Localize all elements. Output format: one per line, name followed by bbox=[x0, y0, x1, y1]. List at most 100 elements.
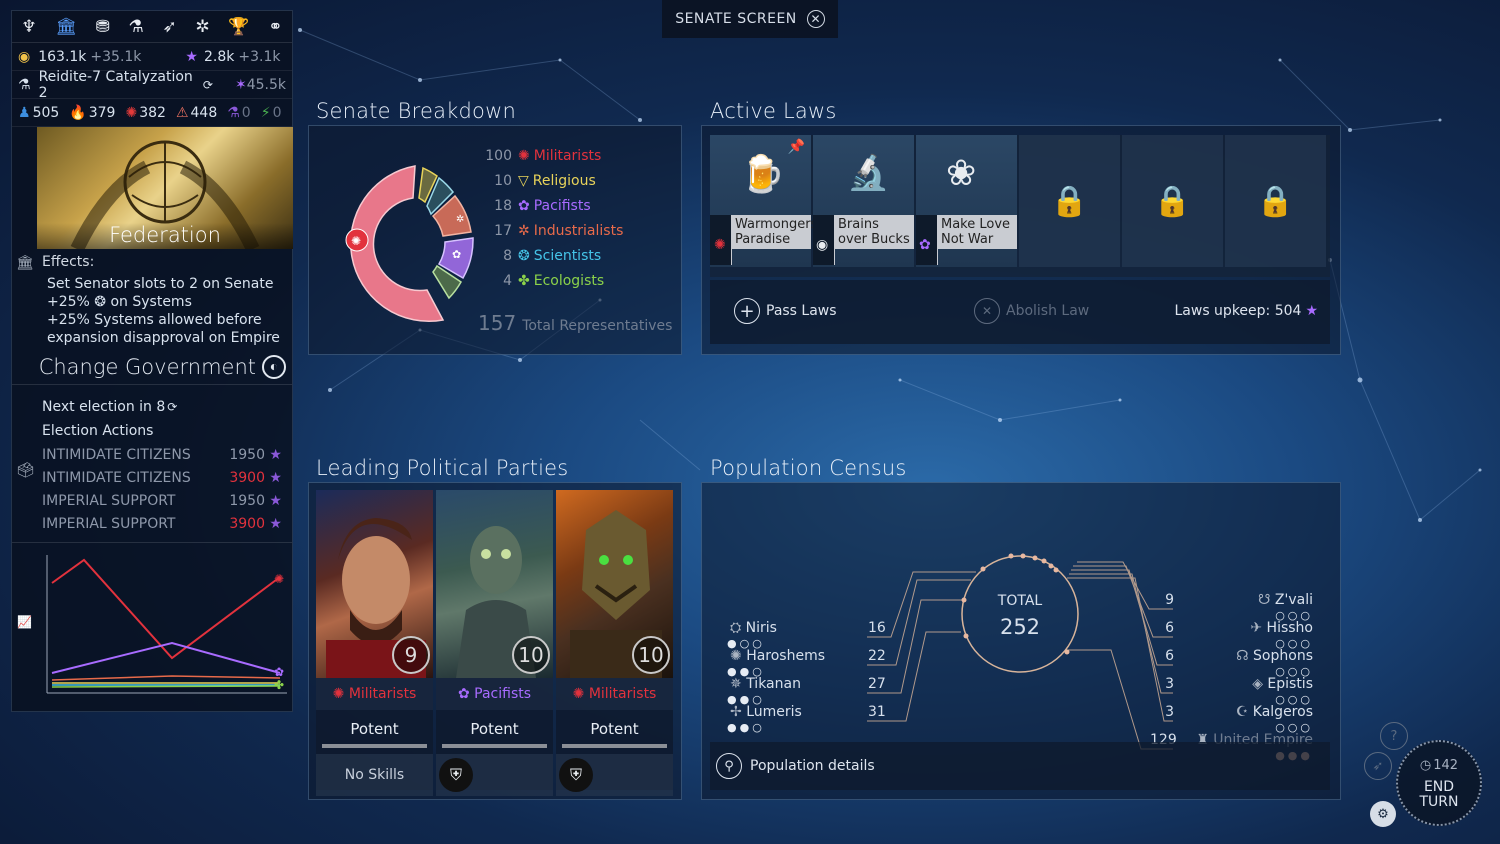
cost-value: 1950 bbox=[229, 492, 265, 509]
law-make-love-not-war[interactable]: ❀ ✿ Make Love Not War bbox=[916, 135, 1017, 267]
influence-icon: ★ bbox=[264, 515, 282, 532]
population-count: 27 bbox=[868, 676, 886, 692]
svg-text:✿: ✿ bbox=[452, 248, 461, 261]
population-count: 6 bbox=[1165, 620, 1174, 636]
population-name[interactable]: ◈ Epistis bbox=[1252, 676, 1313, 692]
species-name: Niris bbox=[745, 620, 777, 636]
party-card-militarists-2[interactable]: 10 ✺ Militarists Potent ⛨ bbox=[556, 490, 673, 796]
change-government-button[interactable]: Change Government ◐ bbox=[12, 349, 292, 385]
species-name: Hissho bbox=[1266, 620, 1313, 636]
abolish-law-button[interactable]: ✕ Abolish Law bbox=[974, 298, 1089, 324]
faction-row[interactable]: 100 ✺ Militarists bbox=[470, 143, 670, 168]
diplomacy-icon[interactable]: ⚭ bbox=[268, 17, 282, 37]
lock-icon: 🔒 bbox=[1256, 183, 1295, 219]
party-name: ✺ Militarists bbox=[316, 678, 433, 710]
government-banner[interactable]: Federation bbox=[37, 127, 293, 249]
warmongers-icon: 🍺 bbox=[740, 154, 785, 195]
end-turn-button[interactable]: ◷ 142 END TURN bbox=[1396, 740, 1482, 826]
population-count: 31 bbox=[868, 704, 886, 720]
faction-count: 17 bbox=[494, 222, 512, 239]
cost-value: 1950 bbox=[229, 446, 265, 463]
senate-breakdown-title: Senate Breakdown bbox=[316, 99, 516, 123]
law-label: Brains over Bucks bbox=[835, 215, 914, 249]
skill-shield-icon[interactable]: ⛨ bbox=[559, 758, 593, 792]
opinion-3-icon: ⚠ bbox=[175, 104, 189, 121]
empire-sidebar: ♆ 🏛 ⛃ ⚗ ➶ ✲ 🏆 ⚭ ◉ 163.1k +35.1k ★ 2.8k +… bbox=[11, 10, 293, 712]
population-name[interactable]: ☊ Sophons bbox=[1236, 648, 1313, 664]
faction-row[interactable]: 4 ✤ Ecologists bbox=[470, 268, 670, 293]
law-label: Warmongers Paradise bbox=[732, 215, 817, 249]
skill-shield-icon[interactable]: ⛨ bbox=[439, 758, 473, 792]
species-name: Z'vali bbox=[1274, 592, 1313, 608]
swap-government-icon: ◐ bbox=[262, 354, 286, 379]
close-icon[interactable]: ✕ bbox=[806, 10, 825, 28]
senate-total-value: 157 bbox=[478, 311, 517, 335]
influence-value: 2.8k bbox=[203, 48, 235, 65]
election-action-name: IMPERIAL SUPPORT bbox=[42, 492, 176, 509]
faction-row[interactable]: 10 ▽ Religious bbox=[470, 168, 670, 193]
events-icon[interactable]: ⚙ bbox=[1370, 801, 1396, 827]
population-name[interactable]: ✺ Haroshems bbox=[730, 648, 825, 664]
party-card-militarists[interactable]: 9 ✺ Militarists Potent No Skills bbox=[316, 490, 433, 796]
election-action[interactable]: INTIMIDATE CITIZENS 3900 ★ bbox=[12, 466, 292, 489]
science-icon[interactable]: ⚗ bbox=[129, 17, 144, 37]
senate-total-label: Total Representatives bbox=[522, 318, 673, 334]
pass-laws-button[interactable]: + Pass Laws bbox=[734, 298, 837, 324]
party-portrait-reptilian: 10 bbox=[556, 490, 673, 678]
party-level: 9 bbox=[404, 643, 418, 667]
government-name: Federation bbox=[37, 223, 293, 249]
population-name[interactable]: ✈ Hissho bbox=[1250, 620, 1313, 636]
species-icon: ☊ bbox=[1236, 648, 1254, 664]
election-action[interactable]: INTIMIDATE CITIZENS 1950 ★ bbox=[12, 443, 292, 466]
senate-icon[interactable]: 🏛 bbox=[55, 17, 77, 37]
election-actions-list: INTIMIDATE CITIZENS 1950 ★ INTIMIDATE CITI… bbox=[12, 443, 292, 535]
population-name[interactable]: ☪ Kalgeros bbox=[1236, 704, 1313, 720]
species-name: Sophons bbox=[1253, 648, 1313, 664]
population-count: 6 bbox=[1165, 648, 1174, 664]
party-skills: ⛨ bbox=[556, 754, 673, 796]
population-count: 22 bbox=[868, 648, 886, 664]
research-row[interactable]: ⚗ Reidite-7 Catalyzation 2 ⟳ ✶ 45.5k bbox=[12, 69, 292, 101]
economy-icon[interactable]: ⛃ bbox=[96, 17, 110, 37]
notifications-icon[interactable]: ➶ bbox=[1364, 752, 1392, 780]
clock-icon: ◷ bbox=[1419, 757, 1432, 773]
help-icon[interactable]: ? bbox=[1380, 722, 1408, 750]
population-name[interactable]: ⛭ Niris bbox=[730, 620, 777, 636]
fleet-icon[interactable]: ➶ bbox=[163, 17, 177, 37]
species-icon: ☋ bbox=[1258, 592, 1275, 608]
election-action-cost: 3900 ★ bbox=[229, 516, 282, 532]
faction-icon: ✺ bbox=[518, 147, 530, 164]
election-action[interactable]: IMPERIAL SUPPORT 1950 ★ bbox=[12, 489, 292, 512]
change-government-label: Change Government bbox=[38, 354, 256, 379]
senate-total: 157 Total Representatives bbox=[478, 311, 672, 335]
election-block: Next election in 8 ⟳ Election Actions 🗳 … bbox=[12, 395, 292, 535]
senate-donut-chart[interactable]: ✺ ✲ ✿ bbox=[325, 152, 485, 332]
law-warmongers-paradise[interactable]: 🍺 📌 ✺ Warmongers Paradise bbox=[710, 135, 817, 267]
population-count: 9 bbox=[1165, 592, 1174, 608]
opinion-value: 382 bbox=[139, 104, 166, 121]
influence-icon: ★ bbox=[264, 492, 282, 509]
empire-icon[interactable]: ♆ bbox=[21, 17, 36, 37]
trend-chart[interactable]: 📈 ✺ ✿ ✤ bbox=[12, 543, 292, 703]
faction-row[interactable]: 8 ❂ Scientists bbox=[470, 243, 670, 268]
faction-trend-graph: ✺ ✿ ✤ bbox=[46, 555, 287, 694]
election-action-cost: 1950 ★ bbox=[229, 493, 282, 509]
trophy-icon[interactable]: 🏆 bbox=[228, 17, 249, 37]
population-name[interactable]: ✵ Tikanan bbox=[730, 676, 801, 692]
election-action[interactable]: IMPERIAL SUPPORT 3900 ★ bbox=[12, 512, 292, 535]
party-card-pacifists[interactable]: 10 ✿ Pacifists Potent ⛨ bbox=[436, 490, 553, 796]
faction-row[interactable]: 17 ✲ Industrialists bbox=[470, 218, 670, 243]
industry-icon[interactable]: ✲ bbox=[195, 17, 209, 37]
effect-line: Set Senator slots to 2 on Senate bbox=[47, 276, 274, 292]
senate-faction-list: 100 ✺ Militarists 10 ▽ Religious 18 ✿ Pacifists 1… bbox=[470, 143, 670, 293]
population-name[interactable]: ✢ Lumeris bbox=[730, 704, 802, 720]
law-brains-over-bucks[interactable]: 🔬 ◉ Brains over Bucks bbox=[813, 135, 914, 267]
pin-icon[interactable]: 📌 bbox=[788, 139, 805, 155]
population-name[interactable]: ☋ Z'vali bbox=[1258, 592, 1313, 608]
party-name-label: Militarists bbox=[348, 686, 417, 702]
faction-row[interactable]: 18 ✿ Pacifists bbox=[470, 193, 670, 218]
species-icon: ✺ bbox=[730, 648, 747, 664]
locked-law-slot: 🔒 bbox=[1225, 135, 1326, 267]
party-skills: No Skills bbox=[316, 754, 433, 796]
population-details-button[interactable]: ⚲ Population details bbox=[710, 742, 1330, 790]
